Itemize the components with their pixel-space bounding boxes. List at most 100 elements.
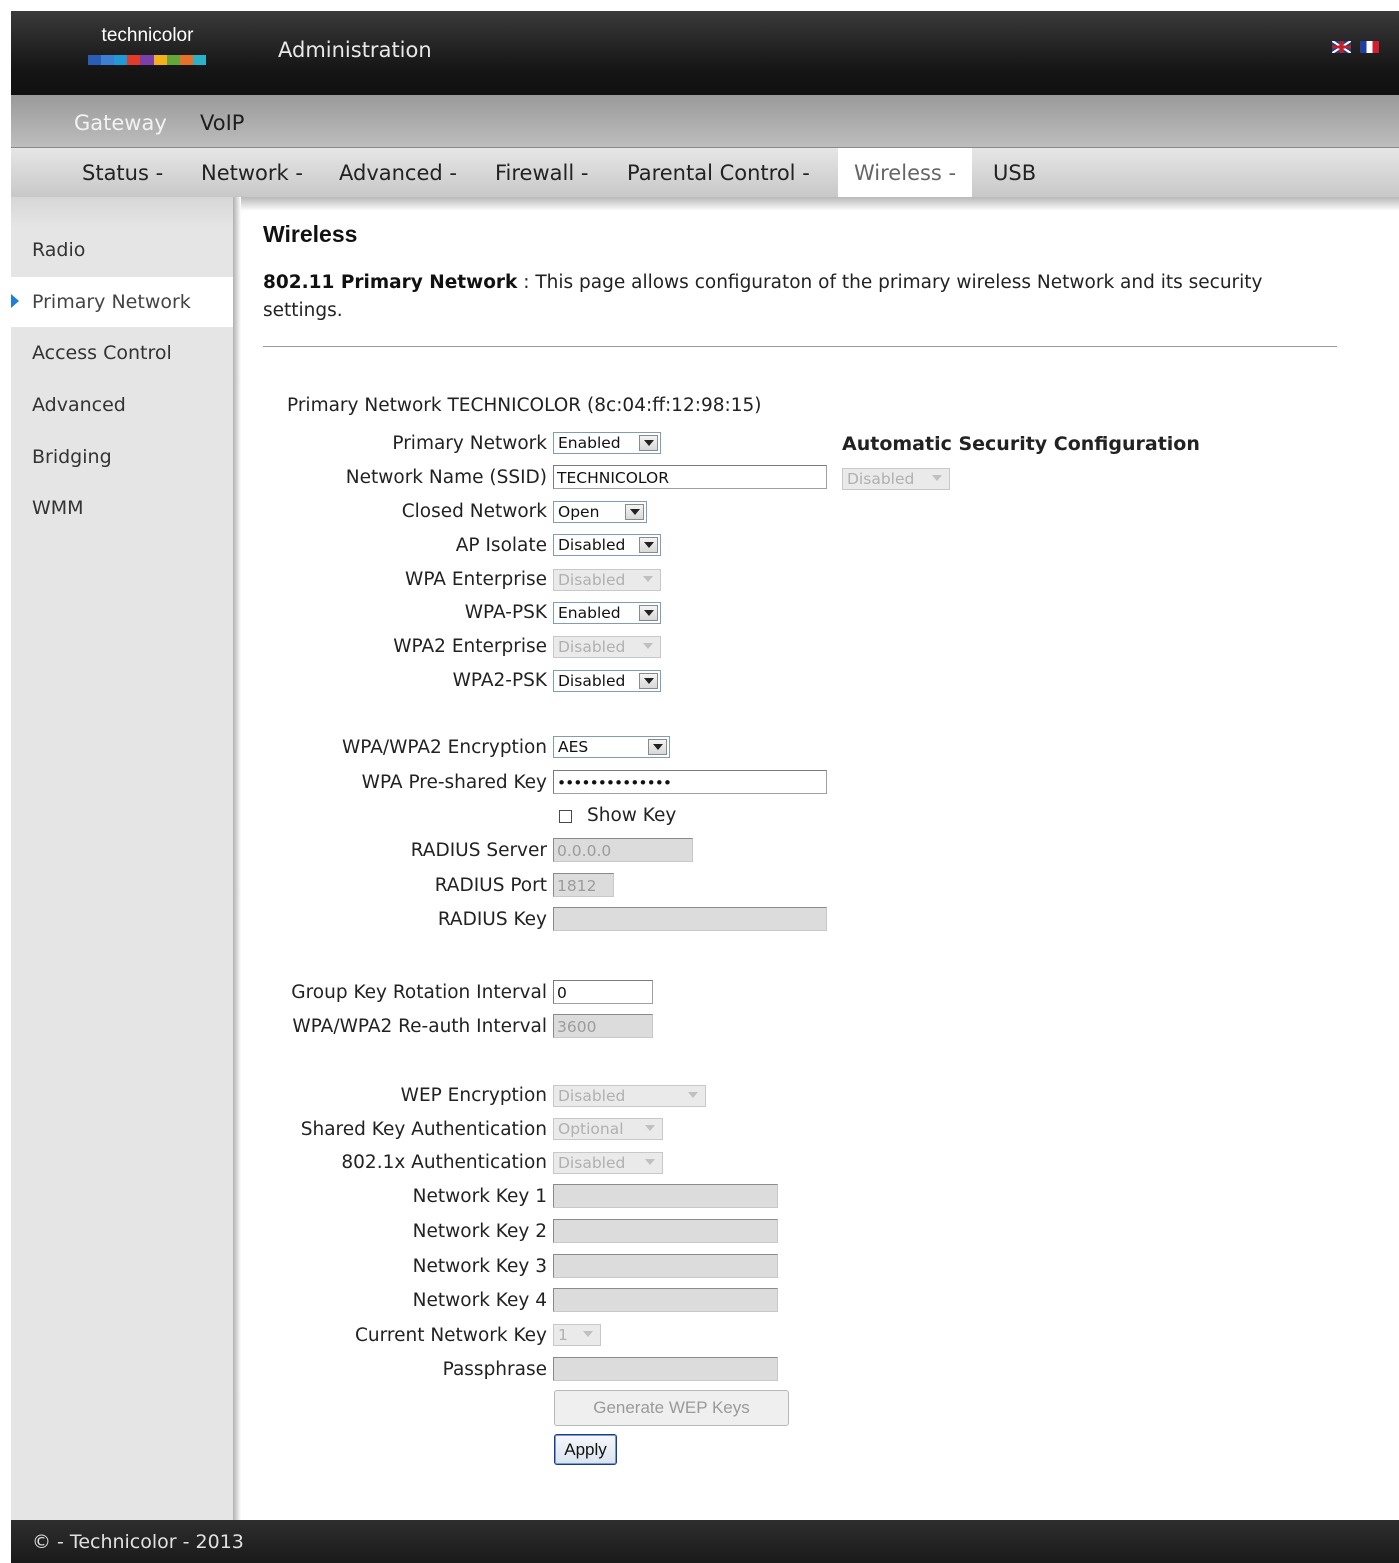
auto-security-value: Disabled (847, 470, 915, 488)
primary-network-select[interactable]: Enabled (553, 432, 661, 454)
sidebar-shadow (233, 197, 241, 1520)
dot1x-auth-select[interactable]: Disabled (553, 1152, 663, 1174)
chevron-down-icon (639, 572, 658, 588)
chevron-down-icon (579, 1327, 598, 1343)
radius-key-input[interactable] (553, 907, 827, 931)
encryption-value: AES (558, 738, 589, 756)
passphrase-label: Passphrase (442, 1359, 547, 1380)
subnav-network[interactable]: Network - (201, 148, 303, 197)
main-nav: Gateway VoIP (11, 95, 1399, 148)
subnav-firewall[interactable]: Firewall - (495, 148, 588, 197)
network-key-2-input[interactable] (553, 1219, 778, 1243)
logo-color-segment (127, 55, 141, 65)
logo-color-segment (153, 55, 167, 65)
network-key-4-label: Network Key 4 (412, 1290, 547, 1311)
wpa2-enterprise-label: WPA2 Enterprise (393, 636, 547, 657)
subnav-wireless[interactable]: Wireless - (838, 148, 973, 197)
sidebar-item-access-control[interactable]: Access Control (11, 328, 234, 378)
subnav-advanced[interactable]: Advanced - (339, 148, 457, 197)
sidebar-item-bridging[interactable]: Bridging (11, 432, 234, 482)
encryption-select[interactable]: AES (553, 736, 670, 758)
auto-security-label: Automatic Security Configuration (842, 433, 1200, 455)
group-key-input[interactable]: 0 (553, 980, 653, 1004)
ap-isolate-label: AP Isolate (455, 535, 547, 556)
chevron-down-icon (641, 1121, 660, 1137)
sidebar-item-wmm[interactable]: WMM (11, 483, 234, 533)
sidebar-item-label: Primary Network (32, 291, 191, 313)
wpa-psk-select[interactable]: Enabled (553, 602, 661, 624)
ap-isolate-select[interactable]: Disabled (553, 534, 661, 556)
page-title: Wireless (263, 221, 358, 247)
logo-color-segment (114, 55, 128, 65)
wep-encryption-select[interactable]: Disabled (553, 1085, 706, 1107)
current-key-select[interactable]: 1 (553, 1324, 601, 1346)
subnav-status[interactable]: Status - (82, 148, 163, 197)
network-key-1-input[interactable] (553, 1184, 778, 1208)
logo-color-segment (101, 55, 115, 65)
fr-flag-icon[interactable] (1360, 41, 1379, 53)
network-key-3-input[interactable] (553, 1254, 778, 1278)
closed-network-select[interactable]: Open (553, 501, 647, 523)
wpa-enterprise-select[interactable]: Disabled (553, 569, 661, 591)
language-selector (1332, 41, 1379, 53)
encryption-label: WPA/WPA2 Encryption (341, 737, 547, 758)
subnav-parental-control[interactable]: Parental Control - (627, 148, 810, 197)
show-key-checkbox[interactable] (559, 810, 572, 823)
primary-network-value: Enabled (558, 434, 621, 452)
radius-port-input[interactable]: 1812 (553, 873, 614, 897)
sidebar-item-primary-network[interactable]: Primary Network (11, 277, 234, 327)
logo-text: technicolor (101, 25, 194, 46)
ssid-input[interactable]: TECHNICOLOR (553, 465, 827, 489)
chevron-down-icon (639, 537, 658, 553)
footer: © - Technicolor - 2013 (11, 1520, 1399, 1563)
network-key-2-label: Network Key 2 (412, 1221, 547, 1242)
description-separator: : (517, 272, 536, 293)
wpa2-enterprise-select[interactable]: Disabled (553, 636, 661, 658)
closed-network-value: Open (558, 503, 600, 521)
network-heading: Primary Network TECHNICOLOR (8c:04:ff:12… (287, 395, 762, 416)
sidebar-item-advanced[interactable]: Advanced (11, 380, 234, 430)
subnav-usb[interactable]: USB (993, 148, 1036, 197)
wpa-enterprise-value: Disabled (558, 571, 626, 589)
shared-key-auth-select[interactable]: Optional (553, 1118, 663, 1140)
chevron-down-icon (641, 1155, 660, 1171)
logo-color-bar (88, 55, 206, 65)
wpa-enterprise-label: WPA Enterprise (405, 569, 547, 590)
ap-isolate-value: Disabled (558, 536, 626, 554)
chevron-down-icon (639, 605, 658, 621)
wpa2-psk-select[interactable]: Disabled (553, 670, 661, 692)
logo-color-segment (88, 55, 102, 65)
generate-wep-keys-button[interactable]: Generate WEP Keys (554, 1390, 789, 1426)
divider (263, 346, 1337, 347)
dot1x-auth-value: Disabled (558, 1154, 626, 1172)
radius-server-input[interactable]: 0.0.0.0 (553, 838, 693, 862)
network-key-4-input[interactable] (553, 1288, 778, 1312)
logo-color-segment (140, 55, 154, 65)
apply-button[interactable]: Apply (554, 1434, 617, 1465)
nav-voip[interactable]: VoIP (200, 111, 244, 135)
ssid-label: Network Name (SSID) (345, 467, 547, 488)
nav-gateway[interactable]: Gateway (74, 111, 167, 135)
chevron-down-icon (648, 739, 667, 755)
passphrase-input[interactable] (553, 1357, 778, 1381)
dot1x-auth-label: 802.1x Authentication (341, 1152, 547, 1173)
sidebar-item-radio[interactable]: Radio (11, 225, 234, 275)
closed-network-label: Closed Network (401, 501, 547, 522)
chevron-down-icon (928, 471, 947, 487)
reauth-input[interactable]: 3600 (553, 1014, 653, 1038)
auto-security-select[interactable]: Disabled (842, 468, 950, 490)
technicolor-logo[interactable]: technicolor (85, 25, 210, 73)
psk-input[interactable]: •••••••••••••• (553, 770, 827, 794)
logo-color-segment (179, 55, 193, 65)
current-key-value: 1 (558, 1326, 568, 1344)
psk-label: WPA Pre-shared Key (361, 772, 547, 793)
show-key-label: Show Key (587, 805, 677, 826)
sidebar: Radio Primary Network Access Control Adv… (11, 197, 234, 1520)
chevron-down-icon (625, 504, 644, 520)
chevron-down-icon (684, 1088, 703, 1104)
chevron-down-icon (639, 435, 658, 451)
sub-nav: Status - Network - Advanced - Firewall -… (11, 148, 1399, 197)
wpa-psk-value: Enabled (558, 604, 621, 622)
logo-color-segment (166, 55, 180, 65)
uk-flag-icon[interactable] (1332, 41, 1351, 53)
